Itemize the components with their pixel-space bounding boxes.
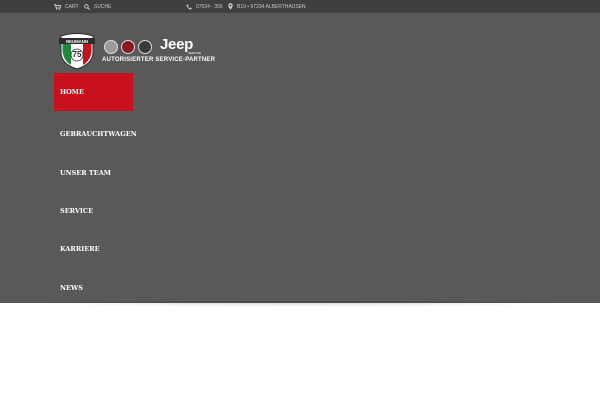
search-label: SUCHE (94, 3, 112, 10)
top-bar: CART SUCHE 07024 - 355 B19 • 97234 ALBER… (0, 0, 600, 13)
nav-item-karriere[interactable]: KARRIERE (54, 230, 133, 268)
site-logo[interactable]: NEUMANN 75 Jeep SERVICE AUTORISIERTER SE… (56, 30, 215, 70)
nav-item-service[interactable]: SERVICE (54, 192, 133, 230)
nav-item-label: SERVICE (60, 207, 94, 215)
nav-item-gebrauchtwagen[interactable]: GEBRAUCHTWAGEN (54, 115, 137, 153)
search-link[interactable]: SUCHE (84, 0, 112, 13)
cart-link[interactable]: CART (54, 0, 79, 13)
cart-icon (54, 3, 61, 10)
phone-number: 07024 - 355 (196, 3, 223, 10)
phone-link[interactable]: 07024 - 355 (186, 0, 223, 13)
alfa-romeo-logo-icon (104, 40, 118, 54)
location-pin-icon (228, 3, 233, 10)
fiat-logo-icon (121, 40, 135, 54)
address-text: B19 • 97234 ALBERTHAUSEN (237, 3, 306, 10)
nav-item-news[interactable]: NEWS (54, 269, 133, 307)
nav-item-label: KARRIERE (60, 245, 100, 253)
nav-item-label: NEWS (60, 284, 83, 292)
address-link[interactable]: B19 • 97234 ALBERTHAUSEN (228, 0, 306, 13)
jeep-service-label: SERVICE (188, 51, 202, 55)
dealer-name: NEUMANN (66, 38, 88, 44)
nav-item-label: GEBRAUCHTWAGEN (60, 130, 137, 138)
phone-icon (186, 4, 192, 10)
nav-item-unser-team[interactable]: UNSER TEAM (54, 154, 133, 192)
nav-item-label: HOME (60, 88, 84, 96)
search-icon (84, 3, 90, 10)
cart-label: CART (65, 3, 79, 10)
abarth-logo-icon (138, 40, 152, 54)
nav-item-home[interactable]: HOME (54, 73, 133, 111)
partner-label: AUTORISIERTER SERVICE-PARTNER (102, 57, 216, 63)
anniversary-number: 75 (72, 50, 82, 59)
nav-item-label: UNSER TEAM (60, 169, 111, 177)
